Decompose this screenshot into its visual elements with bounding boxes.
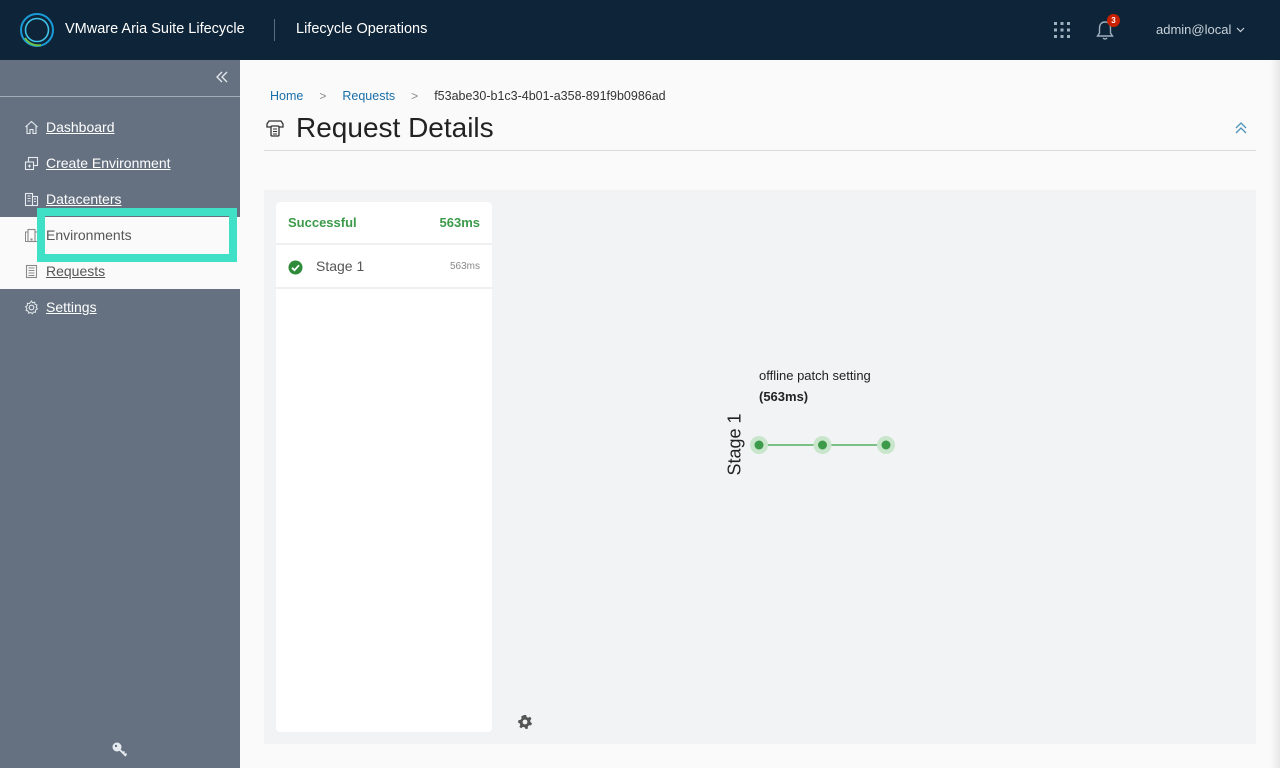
stage-name: Stage 1 (316, 258, 365, 274)
environments-icon (25, 228, 38, 242)
breadcrumb-requests[interactable]: Requests (342, 89, 395, 103)
sidebar-item-requests[interactable]: Requests (0, 253, 240, 289)
flow-node[interactable] (750, 436, 768, 454)
sidebar-item-label: Environments (46, 227, 132, 243)
sidebar-item-dashboard[interactable]: Dashboard (0, 109, 240, 145)
collapse-up-icon[interactable] (1233, 120, 1249, 136)
settings-icon (24, 299, 39, 315)
app-subtitle: Lifecycle Operations (296, 21, 428, 37)
task-label: offline patch setting (759, 368, 871, 383)
scrollbar-edge (1270, 60, 1280, 768)
sidebar-item-label: Requests (46, 263, 106, 279)
app-switcher-icon[interactable] (1053, 21, 1071, 39)
task-flow-diagram (750, 436, 895, 454)
success-check-icon (288, 260, 303, 275)
page-header: Request Details (264, 112, 494, 144)
requests-icon (25, 264, 38, 278)
sidebar-item-settings[interactable]: Settings (0, 289, 240, 325)
gear-icon[interactable] (517, 714, 533, 730)
breadcrumb-separator: > (319, 89, 327, 103)
notification-count-badge: 3 (1107, 14, 1120, 27)
task-duration: (563ms) (759, 389, 809, 404)
sidebar-item-environments[interactable]: Environments (0, 217, 240, 253)
sidebar-item-label: Settings (46, 299, 97, 315)
stage-duration: 563ms (449, 261, 480, 272)
request-total-duration: 563ms (439, 215, 480, 230)
stages-panel: Successful 563ms Stage 1 563ms (276, 202, 492, 732)
sidebar-item-create-environment[interactable]: Create Environment (0, 145, 240, 181)
top-header: VMware Aria Suite Lifecycle Lifecycle Op… (0, 0, 1280, 60)
breadcrumb-separator: > (411, 89, 419, 103)
stages-panel-header: Successful 563ms (276, 202, 492, 245)
breadcrumb-home[interactable]: Home (270, 89, 303, 103)
username: admin@local (1156, 22, 1232, 37)
home-icon (25, 120, 38, 134)
breadcrumb-current: f53abe30-b1c3-4b01-a358-891f9b0986ad (434, 89, 666, 103)
datacenter-icon (24, 192, 39, 206)
title-divider (264, 150, 1256, 151)
flow-stage-label: Stage 1 (724, 413, 745, 476)
flow-node[interactable] (877, 436, 895, 454)
stage-list-item[interactable]: Stage 1 563ms (276, 245, 492, 289)
chevron-down-icon (1236, 27, 1245, 32)
vmware-logo-icon (20, 13, 54, 47)
request-details-icon (266, 120, 284, 137)
user-menu[interactable]: admin@local (1156, 22, 1245, 37)
app-title: VMware Aria Suite Lifecycle (65, 21, 245, 37)
request-canvas: Successful 563ms Stage 1 563ms offline p… (264, 190, 1256, 744)
sidebar-item-label: Datacenters (46, 191, 122, 207)
sidebar-item-label: Create Environment (46, 155, 171, 171)
sidebar: Dashboard Create Environment Datacenters… (0, 60, 240, 768)
header-divider (274, 19, 275, 41)
request-status: Successful (288, 215, 357, 230)
sidebar-item-label: Dashboard (46, 119, 115, 135)
sidebar-divider (0, 96, 240, 97)
page-title: Request Details (296, 112, 494, 143)
breadcrumb: Home > Requests > f53abe30-b1c3-4b01-a35… (270, 89, 666, 103)
key-icon[interactable] (111, 741, 129, 759)
sidebar-item-datacenters[interactable]: Datacenters (0, 181, 240, 217)
create-environment-icon (24, 156, 39, 170)
collapse-sidebar-icon[interactable] (214, 69, 230, 85)
flow-node[interactable] (813, 436, 832, 454)
